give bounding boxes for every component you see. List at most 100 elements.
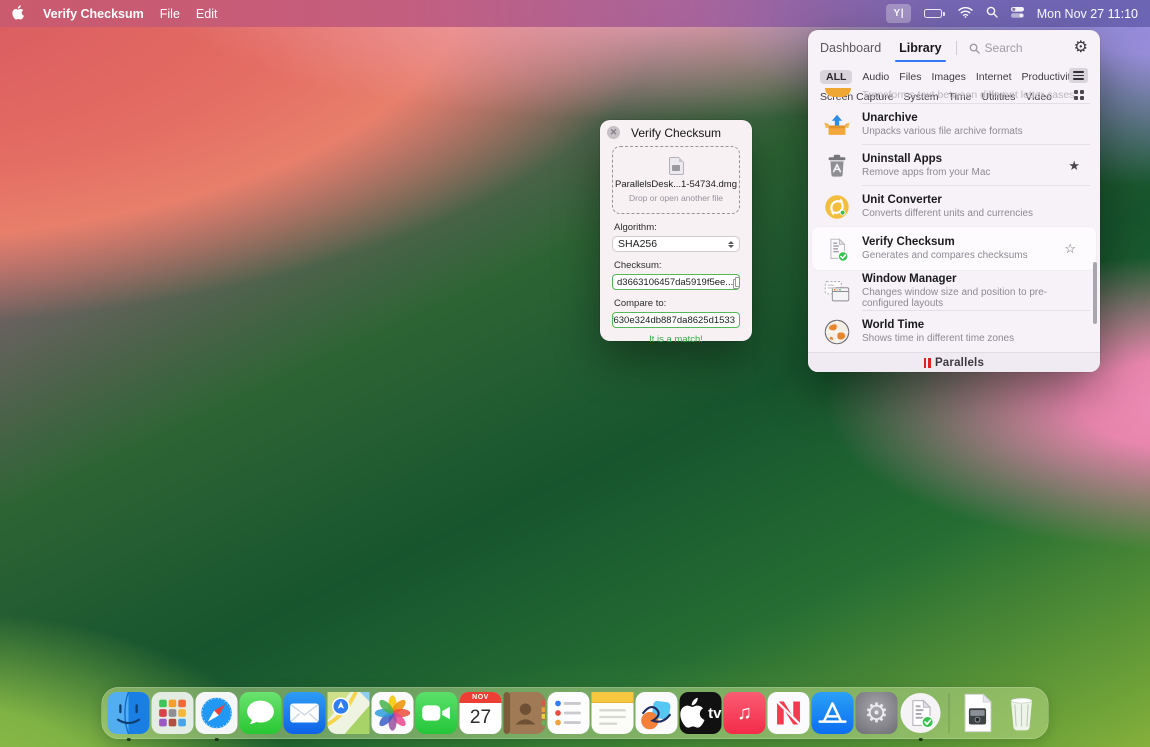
dock: NOV 27 tv ♫ ⚙: [102, 687, 1049, 739]
parallels-logo-icon: [924, 358, 931, 368]
dock-item-notes[interactable]: [592, 692, 634, 734]
app-store-icon: [812, 692, 854, 734]
tool-description: Changes window size and position to pre-…: [862, 287, 1058, 309]
tool-row-unit-converter[interactable]: Unit Converter Converts different units …: [808, 186, 1100, 227]
favorite-star-outline-icon[interactable]: ☆: [1064, 241, 1076, 257]
dock-item-reminders[interactable]: [548, 692, 590, 734]
battery-icon[interactable]: [924, 9, 945, 18]
panel-scrollbar[interactable]: [1093, 262, 1097, 324]
finder-icon: [108, 692, 150, 734]
tool-name: Unarchive: [862, 112, 1023, 124]
spotlight-search-icon[interactable]: [986, 6, 998, 21]
menu-file[interactable]: File: [160, 7, 180, 21]
dock-item-verify-checksum[interactable]: [900, 692, 942, 734]
dock-item-finder[interactable]: [108, 692, 150, 734]
copy-icon[interactable]: [733, 277, 740, 287]
dock-item-calendar[interactable]: NOV 27: [460, 692, 502, 734]
dock-item-messages[interactable]: [240, 692, 282, 734]
compare-to-label: Compare to:: [614, 298, 738, 309]
tool-description: Generates and compares checksums: [862, 250, 1028, 261]
file-drop-area[interactable]: ParallelsDesk...1-54734.dmg Drop or open…: [612, 146, 740, 214]
calendar-month-label: NOV: [460, 692, 502, 703]
tool-name: Uninstall Apps: [862, 153, 990, 165]
tool-row-uninstall-apps[interactable]: Uninstall Apps Remove apps from your Mac…: [808, 145, 1100, 186]
wifi-icon[interactable]: [958, 6, 973, 21]
contacts-icon: [504, 692, 546, 734]
tool-description: Shows time in different time zones: [862, 333, 1014, 344]
dock-item-music[interactable]: ♫: [724, 692, 766, 734]
dock-item-contacts[interactable]: [504, 692, 546, 734]
world-time-icon: [822, 317, 852, 347]
tool-name: Window Manager: [862, 273, 1058, 285]
category-files[interactable]: Files: [899, 71, 921, 83]
tab-library[interactable]: Library: [899, 41, 941, 55]
facetime-icon: [416, 692, 458, 734]
uninstall-apps-icon: [822, 151, 852, 181]
tool-row-verify-checksum[interactable]: Verify Checksum Generates and compares c…: [812, 227, 1096, 270]
favorite-star-filled-icon[interactable]: ★: [1068, 158, 1080, 174]
unarchive-icon: [822, 110, 852, 140]
tab-dashboard[interactable]: Dashboard: [820, 41, 881, 55]
dock-item-system-settings[interactable]: ⚙: [856, 692, 898, 734]
news-icon: [768, 692, 810, 734]
search-icon: [969, 43, 980, 54]
match-status-text: It is a match!: [600, 334, 752, 345]
music-note-icon: ♫: [737, 702, 752, 725]
category-productivity[interactable]: Productivity: [1022, 71, 1076, 83]
tool-row-world-time[interactable]: World Time Shows time in different time …: [808, 311, 1100, 352]
header-divider: [956, 41, 957, 55]
dock-item-maps[interactable]: [328, 692, 370, 734]
menu-bar-clock[interactable]: Mon Nov 27 11:10: [1037, 7, 1138, 21]
photos-icon: [372, 692, 414, 734]
menu-bar: Verify Checksum File Edit Y| Mon Nov 27 …: [0, 0, 1150, 27]
dock-item-safari[interactable]: [196, 692, 238, 734]
select-chevrons-icon: [728, 241, 734, 248]
checksum-field[interactable]: d3663106457da5919f5ee...: [612, 274, 740, 290]
parallels-toolbox-panel: Dashboard Library Search ⚙ ALL Audio Fil…: [808, 30, 1100, 372]
close-button[interactable]: ✕: [607, 126, 620, 139]
mail-icon: [284, 692, 326, 734]
dock-item-freeform[interactable]: [636, 692, 678, 734]
category-images[interactable]: Images: [931, 71, 965, 83]
tool-row-window-manager[interactable]: Window Manager Changes window size and p…: [808, 270, 1100, 311]
category-all[interactable]: ALL: [820, 70, 852, 84]
tool-row-partial[interactable]: Transforms text between different letter…: [808, 88, 1100, 104]
dock-item-facetime[interactable]: [416, 692, 458, 734]
checksum-label: Checksum:: [614, 260, 738, 271]
gear-icon[interactable]: ⚙: [1074, 40, 1088, 56]
tool-row-unarchive[interactable]: Unarchive Unpacks various file archive f…: [808, 104, 1100, 145]
tool-name: World Time: [862, 319, 1014, 331]
safari-icon: [196, 692, 238, 734]
dropped-file-name: ParallelsDesk...1-54734.dmg: [615, 179, 737, 190]
tools-list: Transforms text between different letter…: [808, 88, 1100, 352]
menu-edit[interactable]: Edit: [196, 7, 218, 21]
list-view-button[interactable]: [1069, 68, 1088, 83]
window-title: Verify Checksum: [600, 126, 752, 140]
unit-converter-icon: [822, 192, 852, 222]
active-app-name[interactable]: Verify Checksum: [43, 7, 144, 21]
compare-to-field[interactable]: 1f630e324db887da8625d1533: [612, 312, 740, 328]
dock-item-news[interactable]: [768, 692, 810, 734]
algorithm-value: SHA256: [618, 238, 657, 250]
category-internet[interactable]: Internet: [976, 71, 1012, 83]
apple-menu-icon[interactable]: [12, 5, 25, 23]
tool-description: Unpacks various file archive formats: [862, 126, 1023, 137]
dock-item-mail[interactable]: [284, 692, 326, 734]
algorithm-select[interactable]: SHA256: [612, 236, 740, 252]
dock-item-tv[interactable]: tv: [680, 692, 722, 734]
search-field[interactable]: Search: [969, 41, 1023, 55]
tool-name: Verify Checksum: [862, 236, 1028, 248]
apple-logo-small-icon: [680, 692, 707, 734]
notes-icon: [592, 692, 634, 734]
dock-item-photos[interactable]: [372, 692, 414, 734]
parallels-toolbox-menu-icon[interactable]: Y|: [886, 4, 911, 23]
dock-item-launchpad[interactable]: [152, 692, 194, 734]
desktop-wallpaper: Verify Checksum File Edit Y| Mon Nov 27 …: [0, 0, 1150, 747]
compare-to-value: 1f630e324db887da8625d1533: [612, 315, 735, 326]
dock-item-app-store[interactable]: [812, 692, 854, 734]
dock-item-trash[interactable]: [1001, 692, 1043, 734]
verify-checksum-app-icon: [900, 692, 942, 734]
category-audio[interactable]: Audio: [862, 71, 889, 83]
control-center-icon[interactable]: [1011, 7, 1024, 21]
dock-item-dmg-document[interactable]: [957, 692, 999, 734]
